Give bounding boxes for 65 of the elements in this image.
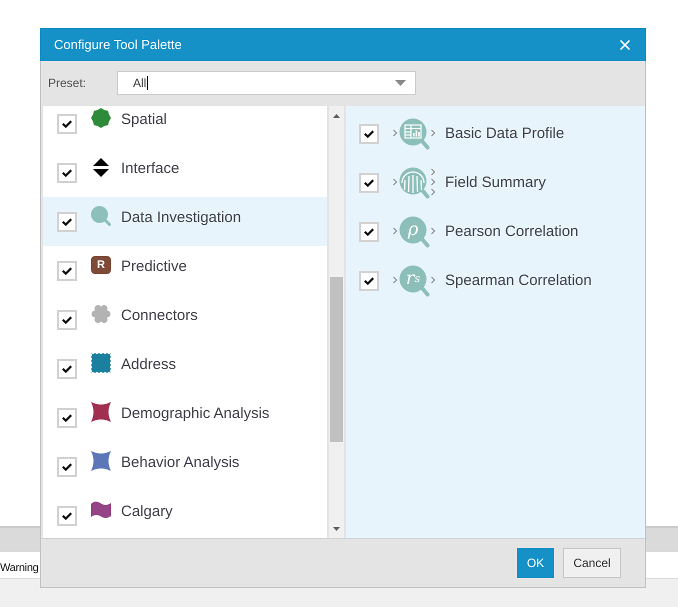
- checkbox[interactable]: [57, 163, 77, 183]
- cancel-button[interactable]: Cancel: [563, 548, 621, 578]
- check-icon: [62, 414, 72, 422]
- category-label: Spatial: [121, 110, 167, 130]
- checkbox[interactable]: [57, 506, 77, 526]
- close-icon[interactable]: [620, 40, 630, 50]
- table-magnifier-icon: [392, 116, 436, 150]
- scroll-down-icon[interactable]: [333, 527, 340, 531]
- category-label: Predictive: [121, 257, 187, 277]
- category-label: Behavior Analysis: [121, 453, 240, 473]
- check-icon: [364, 228, 374, 236]
- category-item[interactable]: Behavior Analysis: [43, 442, 327, 491]
- category-item[interactable]: Interface: [43, 148, 327, 197]
- checkbox[interactable]: [57, 261, 77, 281]
- checkbox[interactable]: [57, 114, 77, 134]
- checkbox[interactable]: [57, 359, 77, 379]
- checkbox[interactable]: [359, 124, 379, 144]
- letter-badge: R: [91, 256, 111, 274]
- warning-label: Warning: [0, 560, 38, 574]
- check-icon: [62, 463, 72, 471]
- check-icon: [62, 120, 72, 128]
- category-item[interactable]: Calgary: [43, 491, 327, 538]
- category-label: Connectors: [121, 306, 198, 326]
- scroll-up-icon[interactable]: [333, 114, 340, 118]
- tool-label: Basic Data Profile: [445, 124, 564, 144]
- scrollbar[interactable]: [329, 106, 344, 538]
- category-item[interactable]: R Predictive: [43, 246, 327, 295]
- dialog-title: Configure Tool Palette: [54, 37, 182, 52]
- text-cursor-icon: [147, 76, 148, 90]
- lines-magnifier-icon: [392, 166, 436, 200]
- tool-label: Field Summary: [445, 172, 546, 192]
- tool-label: Pearson Correlation: [445, 222, 578, 242]
- checkbox[interactable]: [57, 310, 77, 330]
- category-label: Address: [121, 355, 176, 375]
- category-item[interactable]: Demographic Analysis: [43, 393, 327, 442]
- preset-label: Preset:: [48, 75, 88, 92]
- check-icon: [62, 316, 72, 324]
- check-icon: [62, 218, 72, 226]
- tool-label: Spearman Correlation: [445, 270, 592, 290]
- check-icon: [364, 276, 374, 284]
- category-label: Demographic Analysis: [121, 404, 270, 424]
- category-label: Data Investigation: [121, 208, 242, 228]
- check-icon: [364, 178, 374, 186]
- check-icon: [62, 169, 72, 177]
- check-icon: [62, 512, 72, 520]
- checkbox[interactable]: [57, 457, 77, 477]
- caret-icon[interactable]: [395, 80, 406, 86]
- category-item[interactable]: Connectors: [43, 295, 327, 344]
- category-item[interactable]: Spatial: [43, 106, 327, 148]
- checkbox[interactable]: [57, 212, 77, 232]
- checkbox[interactable]: [359, 270, 379, 290]
- checkbox[interactable]: [57, 408, 77, 428]
- checkbox[interactable]: [359, 222, 379, 242]
- preset-dropdown[interactable]: All: [117, 71, 416, 95]
- check-icon: [62, 267, 72, 275]
- scrollbar-thumb[interactable]: [330, 277, 343, 442]
- ok-button[interactable]: OK: [517, 548, 554, 578]
- category-item[interactable]: Address: [43, 344, 327, 393]
- category-item[interactable]: Data Investigation: [43, 197, 327, 246]
- check-icon: [62, 365, 72, 373]
- check-icon: [364, 130, 374, 138]
- category-label: Interface: [121, 159, 180, 179]
- checkbox[interactable]: [359, 172, 379, 192]
- category-label: Calgary: [121, 502, 173, 522]
- letter-magnifier-badge: ρ: [392, 214, 436, 248]
